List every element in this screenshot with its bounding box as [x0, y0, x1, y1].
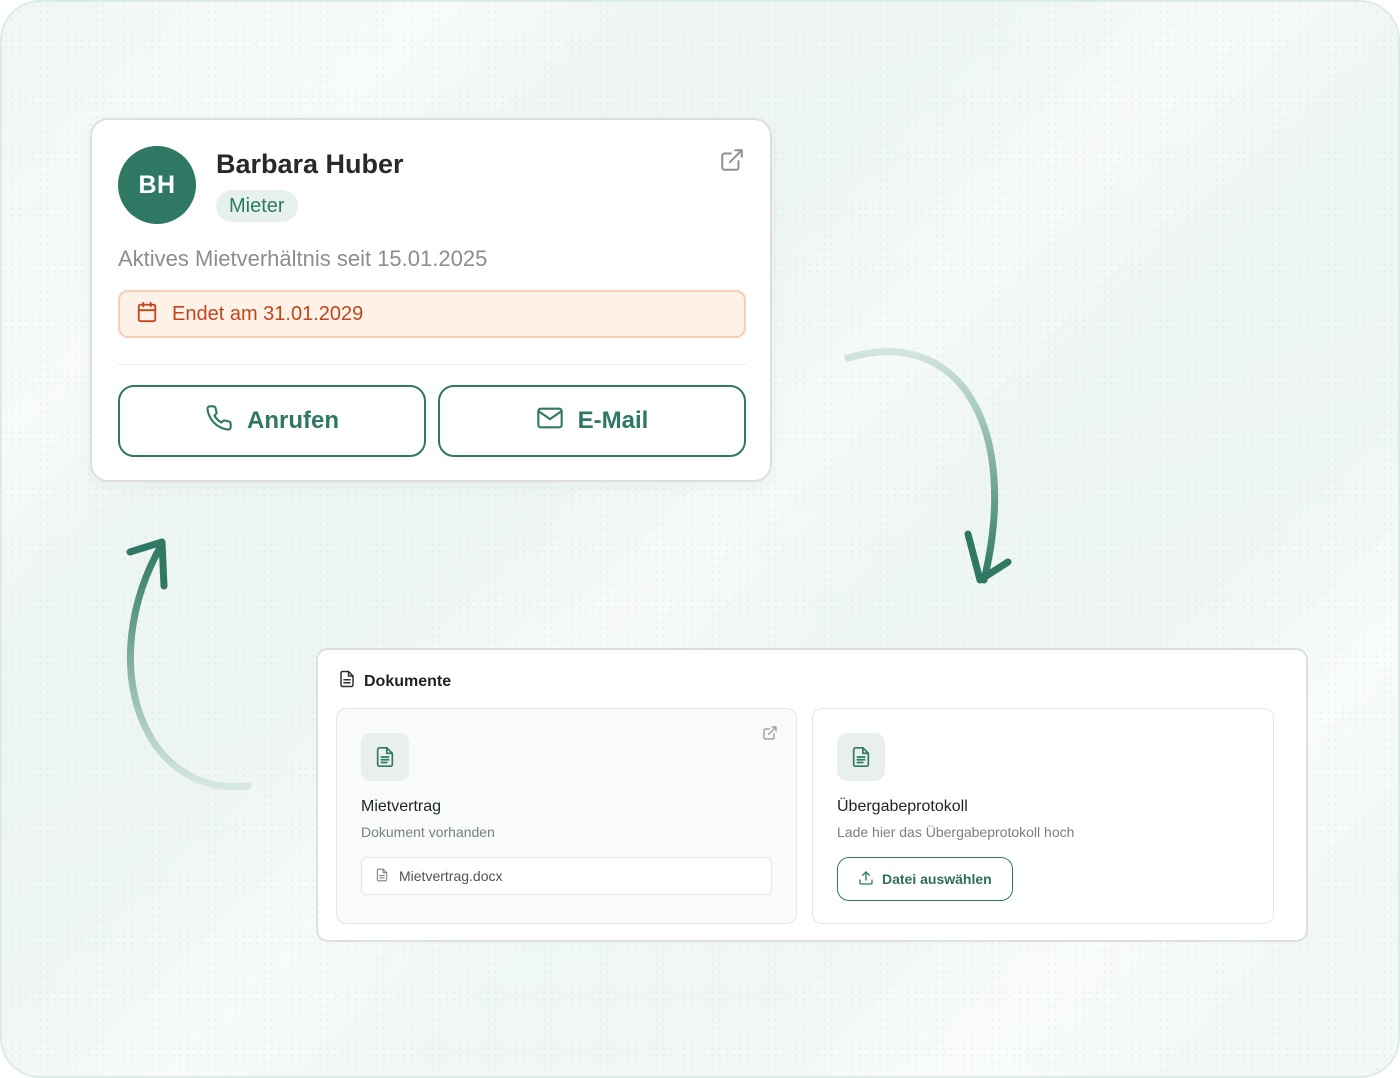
- document-status: Dokument vorhanden: [361, 824, 495, 840]
- call-button[interactable]: Anrufen: [118, 385, 426, 457]
- upload-button[interactable]: Datei auswählen: [837, 857, 1013, 901]
- calendar-icon: [136, 301, 158, 328]
- phone-icon: [205, 404, 233, 439]
- document-icon: [361, 733, 409, 781]
- document-card-mietvertrag[interactable]: Mietvertrag Dokument vorhanden Mietvertr…: [336, 708, 797, 924]
- avatar: BH: [118, 146, 196, 224]
- contact-card: BH Barbara Huber Mieter Aktives Mietverh…: [90, 118, 772, 482]
- end-date-banner: Endet am 31.01.2029: [118, 290, 746, 338]
- divider: [118, 364, 746, 365]
- document-status: Lade hier das Übergabeprotokoll hoch: [837, 824, 1075, 840]
- tenancy-text: Aktives Mietverhältnis seit 15.01.2025: [118, 246, 488, 271]
- mail-icon: [536, 404, 564, 439]
- documents-header: Dokumente: [338, 670, 451, 693]
- external-link-icon[interactable]: [762, 725, 780, 743]
- document-name: Übergabeprotokoll: [837, 798, 968, 815]
- email-button[interactable]: E-Mail: [438, 385, 746, 457]
- documents-title: Dokumente: [364, 672, 452, 690]
- document-name: Mietvertrag: [361, 798, 442, 815]
- document-card-uebergabeprotokoll: Übergabeprotokoll Lade hier das Übergabe…: [812, 708, 1274, 924]
- upload-icon: [858, 870, 874, 889]
- external-link-icon[interactable]: [718, 146, 746, 174]
- upload-button-label: Datei auswählen: [882, 871, 992, 887]
- end-date-text: Endet am 31.01.2029: [172, 302, 364, 325]
- documents-panel: Dokumente Mietvertrag Dokument vorhanden…: [316, 648, 1308, 942]
- email-button-label: E-Mail: [577, 407, 649, 434]
- file-chip[interactable]: Mietvertrag.docx: [361, 857, 772, 895]
- document-icon: [837, 733, 885, 781]
- file-name: Mietvertrag.docx: [399, 868, 503, 884]
- contact-name: Barbara Huber: [216, 149, 404, 179]
- canvas-background: BH Barbara Huber Mieter Aktives Mietverh…: [0, 0, 1400, 1078]
- document-icon: [338, 670, 356, 693]
- role-badge: Mieter: [216, 190, 298, 222]
- call-button-label: Anrufen: [247, 407, 339, 434]
- file-icon: [375, 868, 389, 885]
